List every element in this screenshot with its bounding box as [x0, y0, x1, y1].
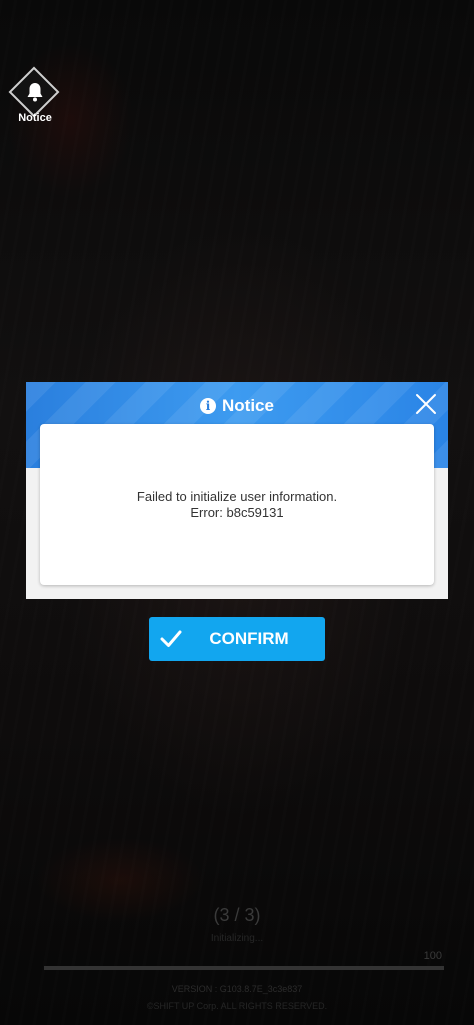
version-text: VERSION : G103.8.7E_3c3e837 [171, 984, 303, 994]
info-icon: i [200, 398, 217, 414]
dialog-message-box: Failed to initialize user information. E… [40, 424, 434, 585]
close-icon[interactable] [414, 392, 438, 416]
check-icon [160, 630, 182, 647]
loading-status: Initializing... [210, 933, 264, 944]
bell-icon [27, 83, 43, 102]
dialog-title: i Notice [26, 394, 448, 418]
dialog-message-line2: Error: b8c59131 [190, 504, 284, 520]
dialog-message-line1: Failed to initialize user information. [136, 488, 338, 504]
notice-dialog: i Notice Failed to initialize user infor… [26, 382, 448, 599]
loading-percent: 100 [423, 950, 442, 962]
notice-label: Notice [18, 112, 52, 124]
confirm-button[interactable]: CONFIRM [149, 617, 325, 661]
loading-progress-bar [44, 966, 444, 970]
copyright-text: ©SHIFT UP Corp. ALL RIGHTS RESERVED. [146, 1001, 328, 1011]
notice-button[interactable]: Notice [8, 66, 60, 128]
confirm-label: CONFIRM [209, 629, 289, 648]
loading-count: (3 / 3) [213, 905, 261, 925]
dialog-title-text: Notice [222, 396, 274, 415]
loading-progress-fill [44, 966, 444, 970]
